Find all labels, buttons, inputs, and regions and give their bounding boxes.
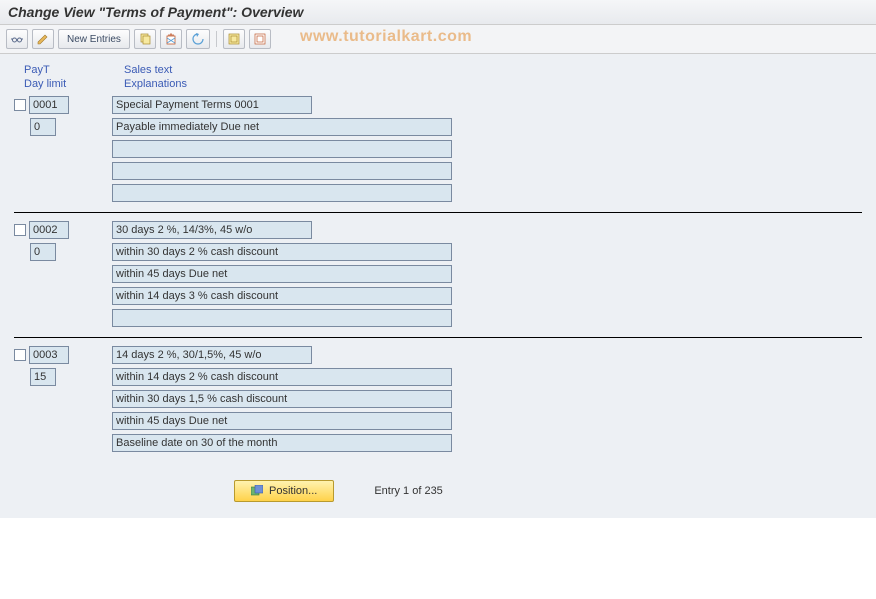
sales-text-field[interactable]: 30 days 2 %, 14/3%, 45 w/o xyxy=(112,221,312,239)
footer: Position... Entry 1 of 235 xyxy=(14,480,862,502)
pencil-icon xyxy=(37,33,49,45)
payment-term-entry: 0002 0 30 days 2 %, 14/3%, 45 w/o within… xyxy=(14,217,862,338)
deselect-all-button[interactable] xyxy=(249,29,271,49)
toolbar: New Entries www.tutorialkart.com xyxy=(0,25,876,54)
watermark: www.tutorialkart.com xyxy=(300,28,472,46)
header-sales-text: Sales text xyxy=(124,64,172,76)
position-label: Position... xyxy=(269,485,317,497)
toggle-display-change-button[interactable] xyxy=(6,29,28,49)
select-all-icon xyxy=(228,33,240,45)
header-day-limit: Day limit xyxy=(24,78,104,90)
explanation-field[interactable]: within 45 days Due net xyxy=(112,412,452,430)
undo-icon xyxy=(191,33,205,45)
row-checkbox[interactable] xyxy=(14,349,26,361)
edit-button[interactable] xyxy=(32,29,54,49)
content-area: PayT Sales text Day limit Explanations 0… xyxy=(0,54,876,518)
payt-field[interactable]: 0003 xyxy=(29,346,69,364)
day-limit-field[interactable]: 0 xyxy=(30,118,56,136)
explanation-field[interactable] xyxy=(112,162,452,180)
header-explanations: Explanations xyxy=(124,78,187,90)
header-row-2: Day limit Explanations xyxy=(14,78,862,90)
header-payt: PayT xyxy=(24,64,104,76)
select-all-button[interactable] xyxy=(223,29,245,49)
glasses-icon xyxy=(11,33,23,45)
explanation-field[interactable] xyxy=(112,140,452,158)
explanation-field[interactable]: within 30 days 1,5 % cash discount xyxy=(112,390,452,408)
page-title: Change View "Terms of Payment": Overview xyxy=(8,4,303,20)
toolbar-separator xyxy=(216,31,217,47)
day-limit-field[interactable]: 15 xyxy=(30,368,56,386)
copy-icon xyxy=(139,33,151,45)
explanation-field[interactable] xyxy=(112,309,452,327)
explanation-field[interactable]: within 14 days 3 % cash discount xyxy=(112,287,452,305)
title-bar: Change View "Terms of Payment": Overview xyxy=(0,0,876,25)
delete-icon xyxy=(165,33,177,45)
explanation-field[interactable]: within 45 days Due net xyxy=(112,265,452,283)
sales-text-field[interactable]: 14 days 2 %, 30/1,5%, 45 w/o xyxy=(112,346,312,364)
explanation-field[interactable]: Baseline date on 30 of the month xyxy=(112,434,452,452)
position-button[interactable]: Position... xyxy=(234,480,334,502)
day-limit-field[interactable]: 0 xyxy=(30,243,56,261)
delete-button[interactable] xyxy=(160,29,182,49)
explanation-field[interactable]: Payable immediately Due net xyxy=(112,118,452,136)
explanation-field[interactable] xyxy=(112,184,452,202)
header-row-1: PayT Sales text xyxy=(14,64,862,76)
deselect-all-icon xyxy=(254,33,266,45)
new-entries-button[interactable]: New Entries xyxy=(58,29,130,49)
payt-field[interactable]: 0001 xyxy=(29,96,69,114)
position-icon xyxy=(251,485,263,497)
explanation-field[interactable]: within 14 days 2 % cash discount xyxy=(112,368,452,386)
copy-button[interactable] xyxy=(134,29,156,49)
row-checkbox[interactable] xyxy=(14,224,26,236)
payment-term-entry: 0003 15 14 days 2 %, 30/1,5%, 45 w/o wit… xyxy=(14,342,862,462)
row-checkbox[interactable] xyxy=(14,99,26,111)
explanation-field[interactable]: within 30 days 2 % cash discount xyxy=(112,243,452,261)
payt-field[interactable]: 0002 xyxy=(29,221,69,239)
undo-button[interactable] xyxy=(186,29,210,49)
entry-count: Entry 1 of 235 xyxy=(374,485,443,497)
sales-text-field[interactable]: Special Payment Terms 0001 xyxy=(112,96,312,114)
payment-term-entry: 0001 0 Special Payment Terms 0001 Payabl… xyxy=(14,92,862,213)
